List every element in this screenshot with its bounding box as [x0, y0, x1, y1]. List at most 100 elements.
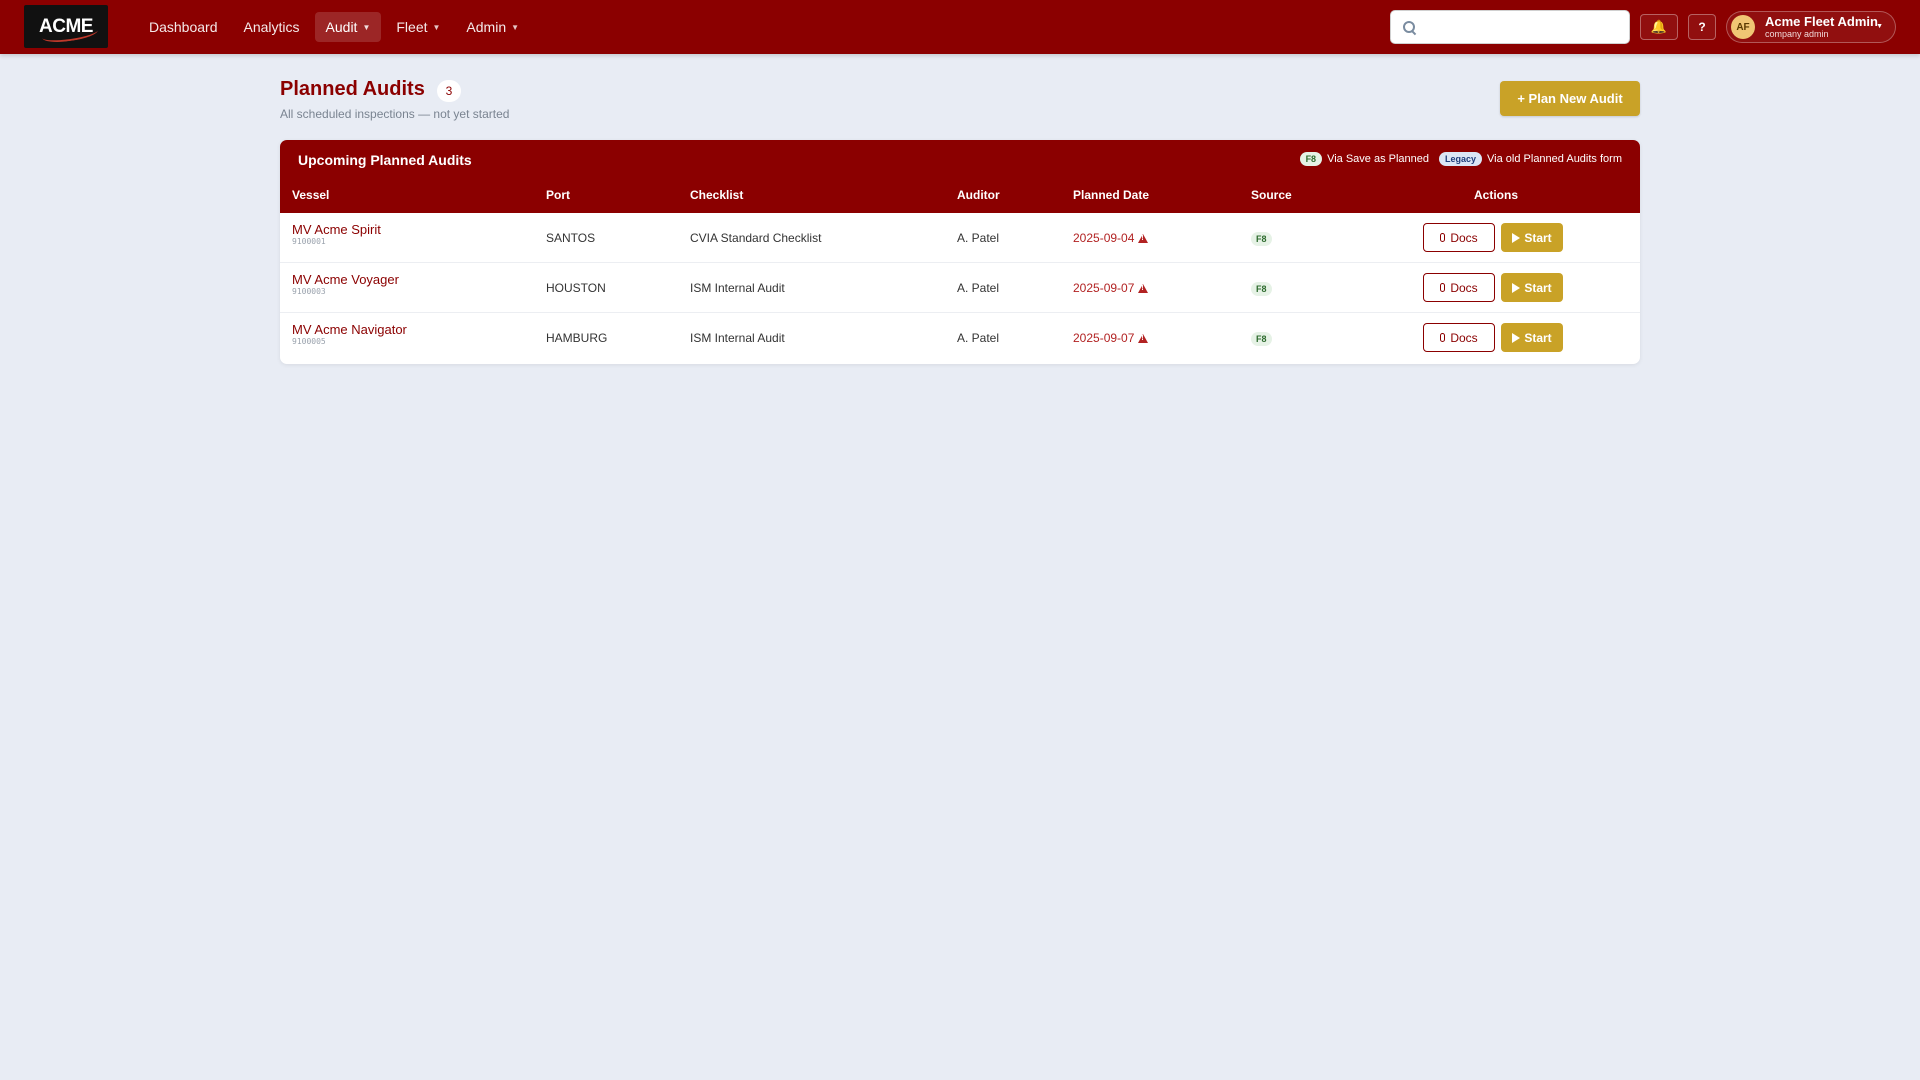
play-icon [1512, 332, 1521, 343]
docs-label: Docs [1450, 280, 1478, 295]
page-title: Planned Audits [280, 78, 425, 100]
plan-new-audit-button[interactable]: + Plan New Audit [1500, 81, 1640, 116]
planned-date: 2025-09-04 [1073, 231, 1135, 245]
source-badge: F8 [1251, 282, 1272, 296]
auditor-cell: A. Patel [957, 331, 1000, 345]
user-name: Acme Fleet Admin [1765, 14, 1878, 29]
column-header-auditor[interactable]: Auditor [957, 188, 1000, 202]
nav-item-admin[interactable]: Admin ▼ [455, 12, 530, 42]
vessel-imo: 9100003 [292, 287, 326, 296]
vessel-imo: 9100005 [292, 337, 326, 346]
table-row: MV Acme Navigator 9100005 HAMBURG ISM In… [280, 313, 1640, 363]
nav-item-label: Dashboard [149, 19, 218, 35]
column-header-source[interactable]: Source [1251, 188, 1292, 202]
vessel-link[interactable]: MV Acme Navigator [292, 322, 407, 337]
planned-date-cell: 2025-09-07 [1073, 281, 1149, 295]
paperclip-icon [1440, 233, 1446, 242]
user-role: company admin [1765, 29, 1829, 39]
nav-item-label: Fleet [396, 19, 428, 35]
start-button[interactable]: Start [1501, 323, 1563, 352]
legacy-pill: Legacy [1439, 152, 1483, 166]
search-input[interactable] [1416, 11, 1629, 43]
port-cell: HAMBURG [546, 331, 608, 345]
start-label: Start [1524, 280, 1552, 295]
source-badge: F8 [1251, 332, 1272, 346]
bell-icon: 🔔 [1650, 19, 1668, 34]
source-cell: F8 [1251, 331, 1272, 346]
top-navbar: ACME Dashboard Analytics Audit ▼ Fleet ▼… [0, 0, 1920, 54]
acme-logo[interactable]: ACME [24, 5, 108, 48]
docs-label: Docs [1450, 230, 1478, 245]
planned-date-cell: 2025-09-04 [1073, 231, 1149, 245]
help-icon: ? [1698, 20, 1706, 34]
legend-item-legacy: Legacy Via old Planned Audits form [1439, 152, 1622, 166]
legend-item-f8: F8 Via Save as Planned [1299, 152, 1430, 166]
caret-down-icon: ▼ [1876, 23, 1883, 30]
column-header-checklist[interactable]: Checklist [690, 188, 743, 202]
source-cell: F8 [1251, 231, 1272, 246]
card-title: Upcoming Planned Audits [298, 152, 472, 168]
start-button[interactable]: Start [1501, 273, 1563, 302]
page-subtitle: All scheduled inspections — not yet star… [280, 107, 510, 121]
column-header-port[interactable]: Port [546, 188, 570, 202]
f8-pill: F8 [1299, 152, 1323, 166]
vessel-link[interactable]: MV Acme Voyager [292, 272, 399, 287]
docs-button[interactable]: Docs [1423, 223, 1495, 252]
nav-item-analytics[interactable]: Analytics [233, 12, 311, 42]
global-search [1390, 10, 1630, 44]
nav-item-fleet[interactable]: Fleet ▼ [385, 12, 451, 42]
checklist-cell: ISM Internal Audit [690, 331, 785, 345]
nav-item-label: Analytics [243, 19, 300, 35]
docs-button[interactable]: Docs [1423, 273, 1495, 302]
planned-date: 2025-09-07 [1073, 281, 1135, 295]
legend-text: Via old Planned Audits form [1487, 153, 1622, 165]
warning-icon [1138, 334, 1149, 343]
auditor-cell: A. Patel [957, 281, 1000, 295]
docs-label: Docs [1450, 330, 1478, 345]
planned-date: 2025-09-07 [1073, 331, 1135, 345]
caret-down-icon: ▼ [362, 22, 371, 32]
card-header: Upcoming Planned Audits F8 Via Save as P… [280, 140, 1640, 213]
play-icon [1512, 282, 1521, 293]
column-header-vessel[interactable]: Vessel [292, 188, 329, 202]
nav-item-dashboard[interactable]: Dashboard [138, 12, 229, 42]
paperclip-icon [1440, 333, 1446, 342]
nav-item-audit[interactable]: Audit ▼ [314, 12, 382, 42]
column-header-actions: Actions [1474, 188, 1519, 202]
auditor-cell: A. Patel [957, 231, 1000, 245]
source-cell: F8 [1251, 281, 1272, 296]
port-cell: SANTOS [546, 231, 596, 245]
help-button[interactable]: ? [1688, 14, 1716, 40]
checklist-cell: ISM Internal Audit [690, 281, 785, 295]
checklist-cell: CVIA Standard Checklist [690, 231, 822, 245]
user-menu[interactable]: AF Acme Fleet Admin company admin ▼ [1726, 11, 1896, 43]
table-row: MV Acme Spirit 9100001 SANTOS CVIA Stand… [280, 213, 1640, 263]
user-info: Acme Fleet Admin company admin [1765, 15, 1878, 39]
warning-icon [1138, 284, 1149, 293]
paperclip-icon [1440, 283, 1446, 292]
vessel-cell: MV Acme Voyager 9100003 [292, 272, 399, 296]
source-badge: F8 [1251, 232, 1272, 246]
notifications-button[interactable]: 🔔 [1640, 14, 1678, 40]
logo-text: ACME [39, 15, 93, 37]
caret-down-icon: ▼ [511, 22, 520, 32]
legend-text: Via Save as Planned [1327, 153, 1430, 165]
planned-audits-card: Upcoming Planned Audits F8 Via Save as P… [280, 140, 1640, 364]
column-header-planned-date[interactable]: Planned Date [1073, 188, 1149, 202]
port-cell: HOUSTON [546, 281, 606, 295]
vessel-cell: MV Acme Navigator 9100005 [292, 322, 407, 346]
play-icon [1512, 232, 1521, 243]
main-nav: Dashboard Analytics Audit ▼ Fleet ▼ Admi… [138, 0, 530, 54]
nav-item-label: Audit [325, 19, 358, 35]
table-row: MV Acme Voyager 9100003 HOUSTON ISM Inte… [280, 263, 1640, 313]
start-button[interactable]: Start [1501, 223, 1563, 252]
count-badge: 3 [437, 80, 461, 102]
search-icon [1403, 20, 1416, 34]
start-label: Start [1524, 230, 1552, 245]
vessel-cell: MV Acme Spirit 9100001 [292, 222, 381, 246]
avatar: AF [1731, 15, 1755, 39]
vessel-link[interactable]: MV Acme Spirit [292, 222, 381, 237]
source-legend: F8 Via Save as Planned Legacy Via old Pl… [1299, 152, 1622, 166]
warning-icon [1138, 234, 1149, 243]
docs-button[interactable]: Docs [1423, 323, 1495, 352]
